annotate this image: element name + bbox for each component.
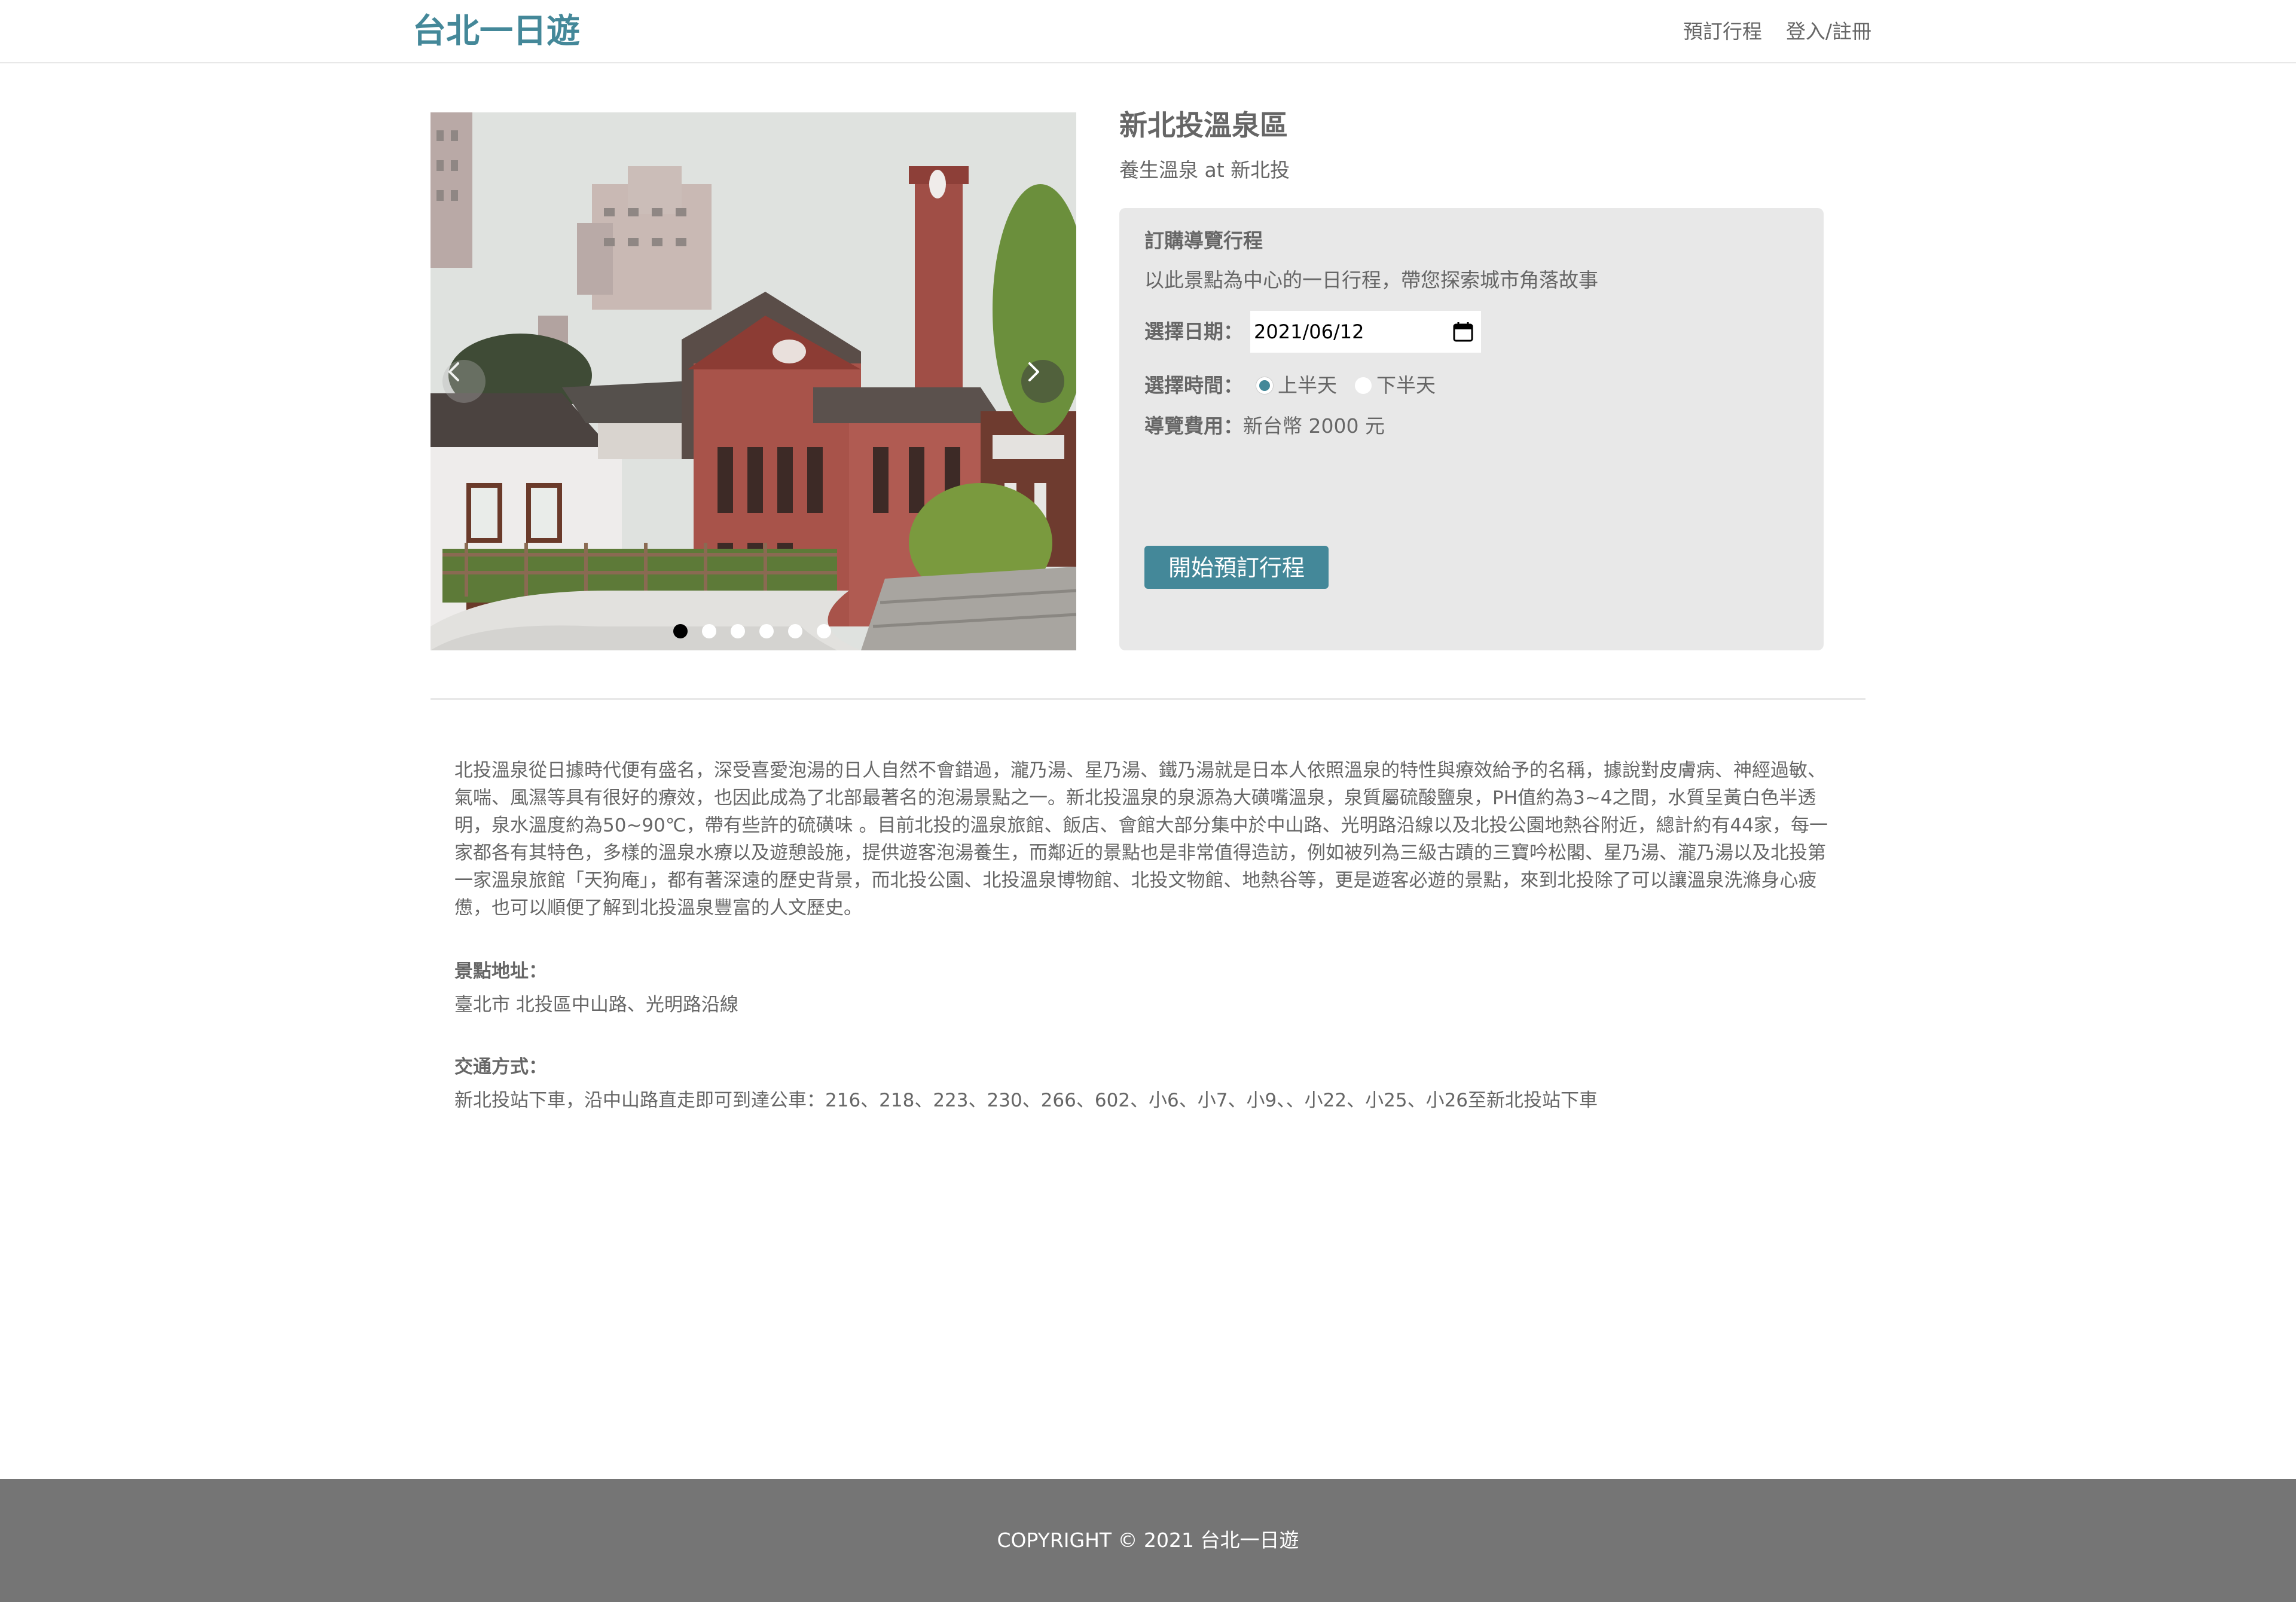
footer: COPYRIGHT © 2021 台北一日遊 bbox=[0, 1479, 2296, 1602]
transport-label: 交通方式： bbox=[454, 1056, 547, 1078]
carousel-dot[interactable] bbox=[731, 624, 745, 638]
booking-panel: 訂購導覽行程 以此景點為中心的一日行程，帶您探索城市角落故事 選擇日期： 202… bbox=[1119, 208, 1824, 650]
carousel-dot[interactable] bbox=[702, 624, 716, 638]
booking-title: 訂購導覽行程 bbox=[1144, 229, 1263, 252]
booking-description: 以此景點為中心的一日行程，帶您探索城市角落故事 bbox=[1144, 268, 1598, 292]
date-value: 2021/06/12 bbox=[1254, 320, 1364, 343]
time-label: 選擇時間： bbox=[1144, 374, 1243, 397]
address-label: 景點地址： bbox=[454, 961, 547, 982]
carousel-dot[interactable] bbox=[673, 624, 688, 638]
transport-value: 新北投站下車，沿中山路直走即可到達公車：216、218、223、230、266、… bbox=[454, 1090, 1598, 1111]
address-value: 臺北市 北投區中山路、光明路沿線 bbox=[454, 994, 738, 1016]
time-option-morning-label: 上半天 bbox=[1278, 374, 1337, 397]
carousel-prev-button[interactable] bbox=[442, 360, 486, 403]
nav-booking-link[interactable]: 預訂行程 bbox=[1683, 17, 1762, 47]
calendar-icon[interactable] bbox=[1452, 321, 1474, 343]
nav-login-link[interactable]: 登入/註冊 bbox=[1786, 17, 1871, 47]
carousel-dot[interactable] bbox=[817, 624, 831, 638]
time-row: 選擇時間： 上半天 下半天 bbox=[1144, 371, 1436, 400]
carousel-next-button[interactable] bbox=[1021, 360, 1064, 403]
fee-row: 導覽費用：新台幣 2000 元 bbox=[1144, 411, 1385, 441]
date-label: 選擇日期： bbox=[1144, 320, 1243, 343]
nav-links: 預訂行程 登入/註冊 bbox=[1683, 17, 1871, 47]
time-option-afternoon-label: 下半天 bbox=[1376, 374, 1436, 397]
attraction-image-carousel[interactable] bbox=[430, 112, 1076, 650]
time-option-afternoon[interactable]: 下半天 bbox=[1355, 371, 1436, 400]
fee-value: 新台幣 2000 元 bbox=[1243, 414, 1385, 438]
chevron-left-icon bbox=[448, 362, 459, 381]
attraction-title: 新北投溫泉區 bbox=[1119, 109, 1288, 142]
carousel-indicators bbox=[673, 624, 831, 638]
carousel-dot[interactable] bbox=[788, 624, 802, 638]
attraction-description: 北投溫泉從日據時代便有盛名，深受喜愛泡湯的日人自然不會錯過，瀧乃湯、星乃湯、鐵乃… bbox=[454, 760, 1828, 919]
date-row: 選擇日期： 2021/06/12 bbox=[1144, 311, 1481, 353]
fee-label: 導覽費用： bbox=[1144, 414, 1243, 438]
carousel-dot[interactable] bbox=[759, 624, 774, 638]
start-booking-button[interactable]: 開始預訂行程 bbox=[1144, 546, 1329, 589]
top-navbar: 台北一日遊 預訂行程 登入/註冊 bbox=[0, 0, 2296, 63]
attraction-category: 養生溫泉 at 新北投 bbox=[1119, 158, 1290, 182]
site-logo[interactable]: 台北一日遊 bbox=[413, 11, 580, 53]
radio-checked-icon[interactable] bbox=[1256, 377, 1273, 394]
copyright-text: COPYRIGHT © 2021 台北一日遊 bbox=[997, 1528, 1299, 1552]
attraction-photo bbox=[430, 112, 1076, 650]
radio-unchecked-icon[interactable] bbox=[1355, 377, 1372, 394]
date-input[interactable]: 2021/06/12 bbox=[1250, 311, 1481, 353]
section-divider bbox=[430, 698, 1866, 700]
chevron-right-icon bbox=[1028, 362, 1039, 381]
time-option-morning[interactable]: 上半天 bbox=[1256, 371, 1337, 400]
